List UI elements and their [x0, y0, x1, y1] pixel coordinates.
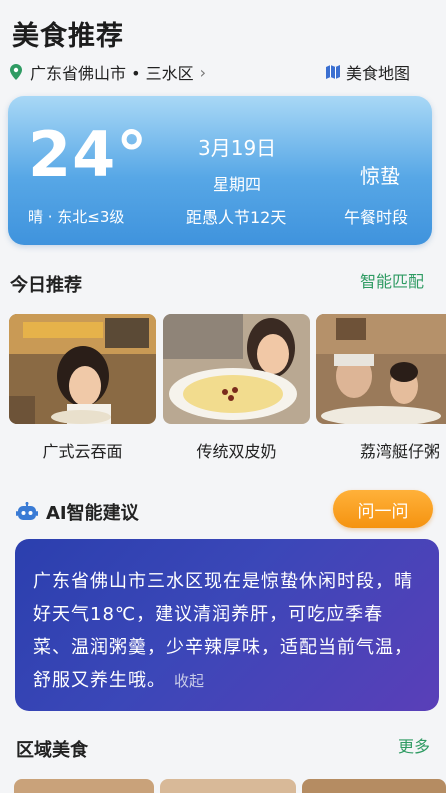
- wonton-noodles-image: [9, 314, 156, 424]
- robot-icon: [16, 502, 38, 520]
- more-link[interactable]: 更多: [398, 733, 430, 757]
- page-title: 美食推荐: [12, 21, 124, 52]
- food-card-label: 广式云吞面: [42, 442, 123, 461]
- weather-condition: 晴 · 东北≤3级: [28, 208, 125, 226]
- food-map-link[interactable]: 美食地图: [325, 60, 410, 84]
- boat-congee-image: [316, 314, 446, 424]
- location-text: 广东省佛山市 • 三水区: [30, 64, 194, 83]
- solar-term: 惊蛰: [360, 164, 400, 188]
- smart-match-link[interactable]: 智能匹配: [360, 268, 424, 292]
- double-skin-milk-image: [163, 314, 310, 424]
- map-icon: [325, 65, 340, 79]
- food-card-label: 传统双皮奶: [196, 442, 277, 461]
- ai-suggestion-text: 广东省佛山市三水区现在是惊蛰休闲时段，晴好天气18℃，建议清润养肝，可吃应季春菜…: [33, 565, 421, 698]
- food-card-boat-congee[interactable]: [316, 314, 446, 424]
- holiday-countdown: 距愚人节12天: [186, 208, 287, 227]
- date: 3月19日: [198, 136, 277, 160]
- ask-button[interactable]: 问一问: [333, 490, 433, 528]
- ai-section-header: AI智能建议: [16, 499, 139, 525]
- chevron-right-icon: ›: [199, 62, 207, 82]
- weekday: 星期四: [213, 175, 262, 194]
- meal-period: 午餐时段: [344, 208, 409, 227]
- region-section-title: 区域美食: [16, 740, 88, 761]
- food-map-label: 美食地图: [345, 64, 410, 83]
- location-selector[interactable]: 广东省佛山市 • 三水区 ›: [10, 60, 206, 84]
- food-card-double-skin-milk[interactable]: [163, 314, 310, 424]
- food-card-wonton-noodles[interactable]: [9, 314, 156, 424]
- ai-suggestion-card: 广东省佛山市三水区现在是惊蛰休闲时段，晴好天气18℃，建议清润养肝，可吃应季春菜…: [15, 539, 439, 711]
- region-card-image[interactable]: [302, 779, 446, 793]
- collapse-link[interactable]: 收起: [174, 672, 204, 690]
- region-card-image[interactable]: [14, 779, 154, 793]
- today-section-title: 今日推荐: [10, 275, 82, 296]
- ai-suggestion-body: 广东省佛山市三水区现在是惊蛰休闲时段，晴好天气18℃，建议清润养肝，可吃应季春菜…: [33, 571, 413, 691]
- food-card-label: 荔湾艇仔粥: [359, 442, 440, 461]
- ai-section-title: AI智能建议: [46, 503, 139, 524]
- location-pin-icon: [10, 64, 22, 80]
- temperature: 24°: [28, 118, 149, 191]
- weather-card: 24° 晴 · 东北≤3级 3月19日 星期四 距愚人节12天 惊蛰 午餐时段: [8, 96, 432, 245]
- region-card-image[interactable]: [160, 779, 296, 793]
